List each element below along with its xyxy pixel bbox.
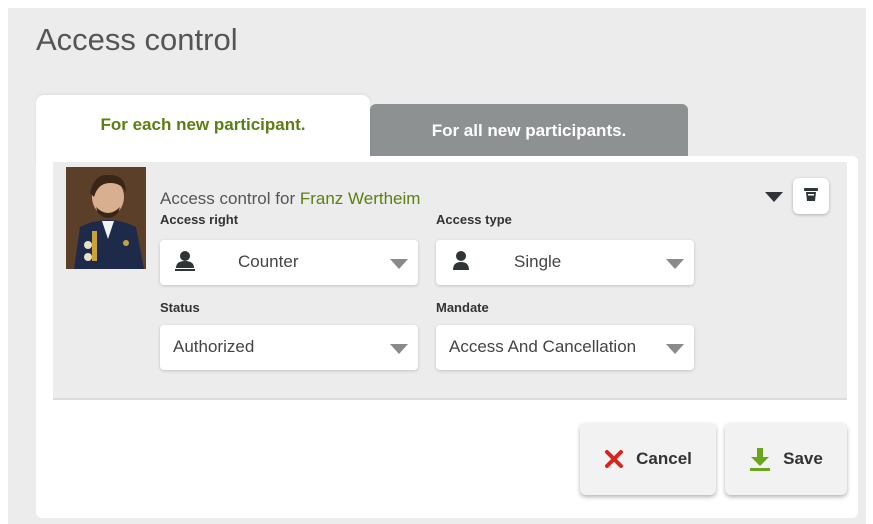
mandate-value: Access And Cancellation	[449, 337, 637, 356]
mandate-label: Mandate	[436, 300, 489, 315]
save-label: Save	[783, 449, 823, 468]
page-title: Access control	[36, 22, 238, 57]
participant-avatar	[66, 167, 146, 269]
close-icon	[604, 449, 624, 469]
access-right-select[interactable]: Counter	[160, 240, 418, 285]
access-right-value: Counter	[238, 252, 299, 271]
tab-label: For each new participant.	[100, 115, 306, 134]
user-icon	[450, 250, 472, 277]
tab-label: For all new participants.	[431, 121, 627, 140]
download-icon	[749, 447, 771, 471]
heading-prefix: Access control for	[160, 189, 300, 208]
status-label: Status	[160, 300, 200, 315]
trash-icon	[803, 186, 819, 207]
access-type-value: Single	[514, 252, 562, 271]
expand-toggle-icon[interactable]	[765, 192, 783, 202]
access-type-label: Access type	[436, 212, 512, 227]
tab-panel: Access control for Franz Wertheim Access…	[36, 156, 858, 518]
participant-access-card: Access control for Franz Wertheim Access…	[53, 162, 847, 400]
mandate-select[interactable]: Access And Cancellation	[436, 325, 694, 370]
chevron-down-icon	[666, 259, 684, 269]
chevron-down-icon	[390, 259, 408, 269]
participant-name: Franz Wertheim	[299, 189, 421, 208]
tab-all-new-participants[interactable]: For all new participants.	[370, 104, 688, 158]
cancel-label: Cancel	[636, 449, 692, 468]
user-card-icon	[174, 250, 196, 277]
chevron-down-icon	[390, 344, 408, 354]
tab-each-new-participant[interactable]: For each new participant.	[36, 95, 370, 165]
delete-button[interactable]	[793, 178, 829, 214]
access-right-label: Access right	[160, 212, 239, 227]
status-select[interactable]: Authorized	[160, 325, 418, 370]
card-heading: Access control for Franz Wertheim	[160, 189, 420, 209]
access-type-select[interactable]: Single	[436, 240, 694, 285]
access-control-container: Access control For all new participants.…	[8, 8, 866, 524]
chevron-down-icon	[666, 344, 684, 354]
save-button[interactable]: Save	[725, 423, 847, 495]
status-value: Authorized	[173, 337, 255, 356]
cancel-button[interactable]: Cancel	[580, 423, 716, 495]
